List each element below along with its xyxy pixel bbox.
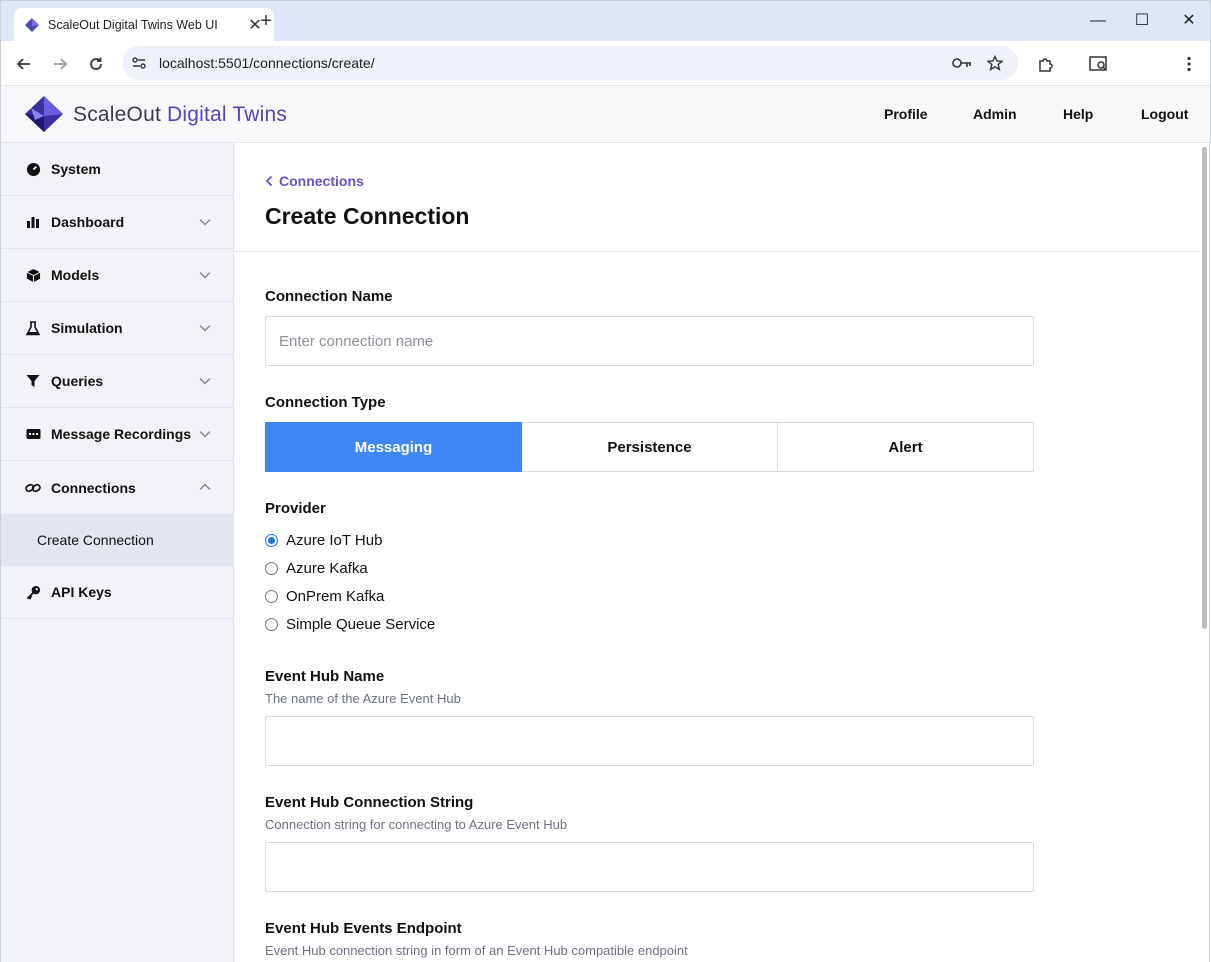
- event-hub-events-endpoint-help: Event Hub connection string in form of a…: [265, 943, 688, 958]
- sidebar-item-message-recordings[interactable]: Message Recordings: [1, 408, 234, 461]
- brand-name: ScaleOut Digital Twins: [73, 102, 288, 126]
- connection-type-messaging-button[interactable]: Messaging: [265, 422, 522, 472]
- reload-icon[interactable]: [84, 52, 108, 76]
- address-bar[interactable]: localhost:5501/connections/create/: [122, 46, 1018, 80]
- browser-tab[interactable]: ScaleOut Digital Twins Web UI ✕: [14, 8, 274, 42]
- cube-icon: [25, 267, 41, 283]
- radio-button[interactable]: [265, 618, 278, 631]
- extensions-icon[interactable]: [1034, 52, 1058, 76]
- event-hub-connection-string-input[interactable]: [265, 842, 1034, 892]
- scrollbar-thumb[interactable]: [1202, 147, 1207, 629]
- minimize-icon[interactable]: —: [1086, 9, 1110, 33]
- connection-name-input[interactable]: [265, 316, 1034, 366]
- sidebar-subitem-create-connection[interactable]: Create Connection: [1, 514, 234, 566]
- breadcrumb[interactable]: Connections: [265, 173, 364, 189]
- scaleout-logo-icon: [25, 96, 63, 132]
- header-divider: [234, 251, 1200, 252]
- sidebar: System Dashboard Models Simulation Queri…: [0, 143, 234, 962]
- sidebar-item-label: System: [51, 161, 101, 177]
- bookmark-star-icon[interactable]: [984, 52, 1006, 74]
- flask-icon: [25, 320, 41, 336]
- message-icon: [25, 426, 41, 442]
- page-title: Create Connection: [265, 203, 470, 229]
- site-settings-icon[interactable]: [128, 52, 150, 74]
- sidebar-item-connections[interactable]: Connections: [1, 461, 234, 514]
- event-hub-name-help: The name of the Azure Event Hub: [265, 691, 461, 706]
- event-hub-name-label: Event Hub Name: [265, 668, 385, 685]
- provider-option-onprem-kafka[interactable]: OnPrem Kafka: [265, 588, 384, 605]
- sidebar-item-label: Models: [51, 267, 100, 283]
- tab-title: ScaleOut Digital Twins Web UI: [48, 18, 218, 32]
- connection-type-label: Connection Type: [265, 394, 386, 411]
- browser-titlebar: ScaleOut Digital Twins Web UI ✕ + — ☐ ✕: [0, 0, 1211, 42]
- radio-button-checked[interactable]: [265, 534, 278, 547]
- main-content: Connections Create Connection Connection…: [234, 143, 1200, 962]
- sidebar-item-label: Dashboard: [51, 214, 125, 230]
- radio-button[interactable]: [265, 562, 278, 575]
- provider-option-label: Simple Queue Service: [286, 616, 436, 633]
- window-close-icon[interactable]: ✕: [1177, 9, 1201, 33]
- sidebar-item-label: API Keys: [51, 584, 112, 600]
- maximize-icon[interactable]: ☐: [1130, 9, 1154, 33]
- sidebar-item-label: Simulation: [51, 320, 123, 336]
- filter-icon: [25, 373, 41, 389]
- provider-option-azure-iot-hub[interactable]: Azure IoT Hub: [265, 532, 382, 549]
- event-hub-connection-string-help: Connection string for connecting to Azur…: [265, 817, 568, 832]
- password-key-icon[interactable]: [951, 52, 973, 74]
- sidebar-item-queries[interactable]: Queries: [1, 355, 234, 408]
- back-icon[interactable]: [12, 52, 36, 76]
- nav-admin[interactable]: Admin: [973, 106, 1017, 122]
- url-text: localhost:5501/connections/create/: [159, 55, 375, 71]
- bar-chart-icon: [25, 214, 41, 230]
- chevron-down-icon: [199, 271, 211, 279]
- scaleout-favicon-icon: [25, 18, 39, 32]
- chevron-down-icon: [199, 430, 211, 438]
- sidebar-item-system[interactable]: System: [1, 143, 234, 196]
- provider-option-azure-kafka[interactable]: Azure Kafka: [265, 560, 368, 577]
- sidebar-item-models[interactable]: Models: [1, 249, 234, 302]
- gauge-icon: [25, 161, 41, 177]
- chevron-down-icon: [199, 377, 211, 385]
- chevron-left-icon: [265, 175, 273, 187]
- connection-type-persistence-button[interactable]: Persistence: [522, 422, 778, 472]
- nav-logout[interactable]: Logout: [1141, 106, 1188, 122]
- event-hub-events-endpoint-label: Event Hub Events Endpoint: [265, 920, 462, 937]
- page-scrollbar[interactable]: [1200, 143, 1210, 962]
- new-tab-button[interactable]: +: [257, 9, 275, 33]
- nav-help[interactable]: Help: [1063, 106, 1093, 122]
- event-hub-name-input[interactable]: [265, 716, 1034, 766]
- chevron-down-icon: [199, 218, 211, 226]
- provider-label: Provider: [265, 500, 326, 517]
- connection-name-label: Connection Name: [265, 288, 393, 305]
- breadcrumb-link[interactable]: Connections: [279, 173, 364, 189]
- forward-icon[interactable]: [48, 52, 72, 76]
- provider-option-label: Azure IoT Hub: [286, 532, 383, 549]
- sidebar-subitem-label: Create Connection: [37, 532, 154, 548]
- nav-profile[interactable]: Profile: [884, 106, 928, 122]
- chevron-down-icon: [199, 324, 211, 332]
- brand[interactable]: ScaleOut Digital Twins: [25, 96, 287, 133]
- provider-option-label: OnPrem Kafka: [286, 588, 385, 605]
- chevron-up-icon: [199, 483, 211, 491]
- provider-option-label: Azure Kafka: [286, 560, 368, 577]
- link-icon: [25, 480, 41, 496]
- sidebar-item-label: Queries: [51, 373, 104, 389]
- sidebar-item-label: Message Recordings: [51, 426, 192, 442]
- connection-type-alert-button[interactable]: Alert: [778, 422, 1034, 472]
- radio-button[interactable]: [265, 590, 278, 603]
- sidebar-item-label: Connections: [51, 479, 136, 496]
- sidebar-item-simulation[interactable]: Simulation: [1, 302, 234, 355]
- connection-type-segmented-control: Messaging Persistence Alert: [265, 422, 1034, 472]
- key-icon: [25, 584, 41, 600]
- browser-menu-icon[interactable]: [1177, 52, 1201, 76]
- event-hub-connection-string-label: Event Hub Connection String: [265, 794, 474, 811]
- sidebar-item-api-keys[interactable]: API Keys: [1, 566, 234, 619]
- tab-search-icon[interactable]: [1087, 52, 1111, 76]
- provider-option-simple-queue-service[interactable]: Simple Queue Service: [265, 616, 435, 633]
- browser-toolbar: localhost:5501/connections/create/: [0, 41, 1211, 86]
- sidebar-item-dashboard[interactable]: Dashboard: [1, 196, 234, 249]
- app-header: ScaleOut Digital Twins Profile Admin Hel…: [0, 86, 1211, 143]
